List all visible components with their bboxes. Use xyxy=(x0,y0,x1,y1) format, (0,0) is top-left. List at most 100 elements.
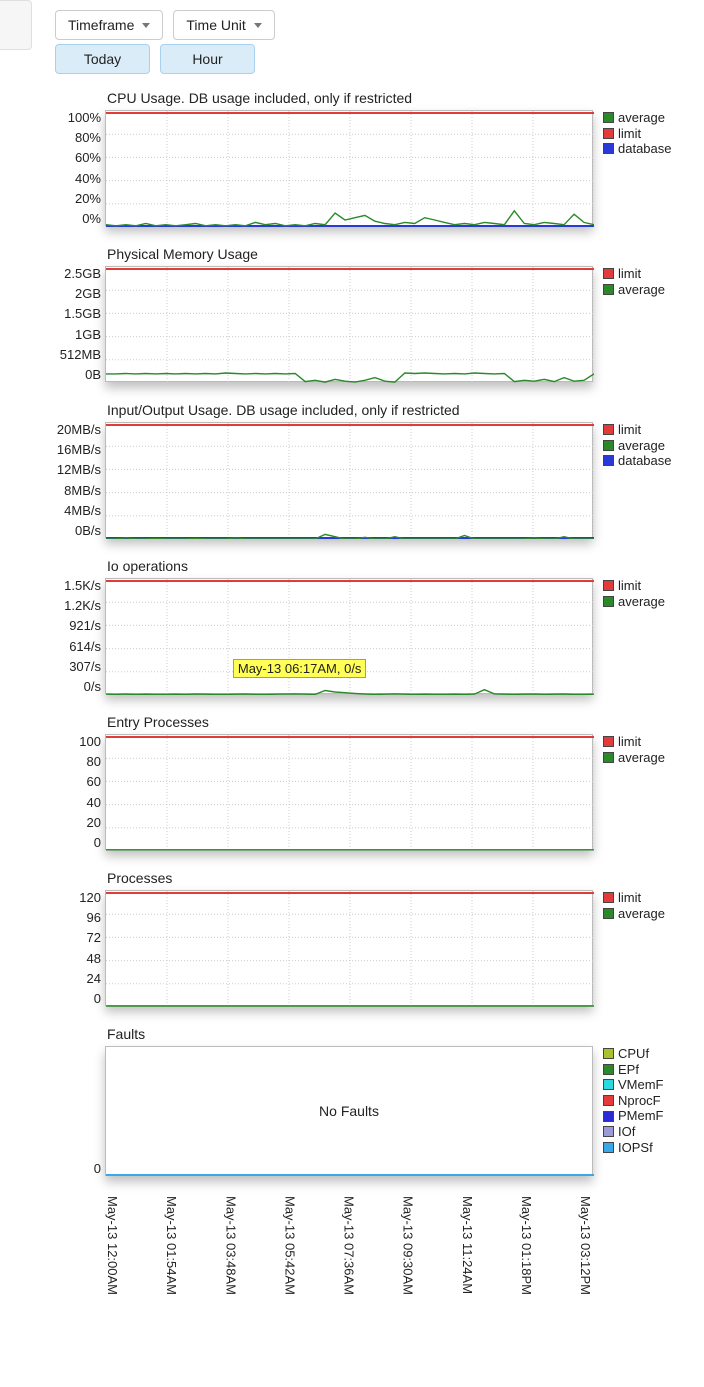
legend-item-average[interactable]: average xyxy=(603,282,665,298)
legend-label: limit xyxy=(618,266,641,282)
y-tick-label: 80 xyxy=(45,754,101,769)
chart-title: Faults xyxy=(107,1026,695,1042)
x-tick-label: May-13 03:48AM xyxy=(223,1196,238,1295)
y-tick-label: 96 xyxy=(45,910,101,925)
legend-item-limit[interactable]: limit xyxy=(603,890,665,906)
timeframe-value-pill[interactable]: Today xyxy=(55,44,150,74)
legend-swatch xyxy=(603,128,614,139)
chart-title: Processes xyxy=(107,870,695,886)
legend-item-epf[interactable]: EPf xyxy=(603,1062,664,1078)
legend-item-vmemf[interactable]: VMemF xyxy=(603,1077,664,1093)
legend-label: IOf xyxy=(618,1124,635,1140)
plot-area[interactable]: May-13 06:17AM, 0/s xyxy=(105,578,593,694)
legend-item-limit[interactable]: limit xyxy=(603,422,672,438)
legend-label: CPUf xyxy=(618,1046,649,1062)
y-tick-label: 0 xyxy=(45,835,101,850)
legend-item-cpuf[interactable]: CPUf xyxy=(603,1046,664,1062)
y-tick-label: 48 xyxy=(45,951,101,966)
legend-item-limit[interactable]: limit xyxy=(603,734,665,750)
legend-item-pmemf[interactable]: PMemF xyxy=(603,1108,664,1124)
chart-1: Physical Memory Usage2.5GB2GB1.5GB1GB512… xyxy=(45,246,695,382)
timeframe-dropdown-label: Timeframe xyxy=(68,17,134,33)
legend-label: PMemF xyxy=(618,1108,664,1124)
y-tick-label: 72 xyxy=(45,930,101,945)
side-tab[interactable] xyxy=(0,0,32,50)
chart-5: Processes120967248240limitaverage xyxy=(45,870,695,1006)
plot-area[interactable]: No Faults xyxy=(105,1046,593,1176)
y-tick-label: 20% xyxy=(45,191,101,206)
legend-swatch xyxy=(603,143,614,154)
legend-label: database xyxy=(618,453,672,469)
y-tick-label: 921/s xyxy=(45,618,101,633)
y-tick-label: 614/s xyxy=(45,639,101,654)
plot-area[interactable] xyxy=(105,422,593,538)
chart-3: Io operations1.5K/s1.2K/s921/s614/s307/s… xyxy=(45,558,695,694)
legend-item-limit[interactable]: limit xyxy=(603,578,665,594)
legend-swatch xyxy=(603,752,614,763)
timeunit-dropdown[interactable]: Time Unit xyxy=(173,10,274,40)
y-tick-label: 1GB xyxy=(45,327,101,342)
y-tick-label: 100 xyxy=(45,734,101,749)
y-tick-label: 40 xyxy=(45,795,101,810)
legend-item-average[interactable]: average xyxy=(603,750,665,766)
legend-swatch xyxy=(603,284,614,295)
timeframe-dropdown[interactable]: Timeframe xyxy=(55,10,163,40)
legend: limitaveragedatabase xyxy=(603,422,672,469)
legend-item-database[interactable]: database xyxy=(603,453,672,469)
chart-4: Entry Processes100806040200limitaverage xyxy=(45,714,695,850)
legend-label: limit xyxy=(618,126,641,142)
legend-label: average xyxy=(618,906,665,922)
x-tick-label: May-13 12:00AM xyxy=(105,1196,120,1295)
legend-item-iof[interactable]: IOf xyxy=(603,1124,664,1140)
legend-item-limit[interactable]: limit xyxy=(603,266,665,282)
chart-title: CPU Usage. DB usage included, only if re… xyxy=(107,90,695,106)
x-tick-label: May-13 09:30AM xyxy=(401,1196,416,1295)
chevron-down-icon xyxy=(142,23,150,28)
plot-area[interactable] xyxy=(105,266,593,382)
legend-swatch xyxy=(603,440,614,451)
y-tick-label: 4MB/s xyxy=(45,503,101,518)
chart-2: Input/Output Usage. DB usage included, o… xyxy=(45,402,695,538)
y-tick-label: 1.5GB xyxy=(45,306,101,321)
legend-swatch xyxy=(603,1111,614,1122)
y-tick-label: 16MB/s xyxy=(45,442,101,457)
x-tick-label: May-13 07:36AM xyxy=(342,1196,357,1295)
y-tick-label: 512MB xyxy=(45,347,101,362)
legend-item-average[interactable]: average xyxy=(603,110,672,126)
timeunit-value-pill[interactable]: Hour xyxy=(160,44,255,74)
chevron-down-icon xyxy=(254,23,262,28)
legend: limitaverage xyxy=(603,266,665,297)
y-tick-label: 60% xyxy=(45,150,101,165)
legend-label: limit xyxy=(618,578,641,594)
chart-6: Faults0No FaultsCPUfEPfVMemFNprocFPMemFI… xyxy=(45,1026,695,1176)
legend-label: NprocF xyxy=(618,1093,661,1109)
y-tick-label: 0% xyxy=(45,211,101,226)
legend-item-limit[interactable]: limit xyxy=(603,126,672,142)
legend-swatch xyxy=(603,736,614,747)
y-tick-label: 0 xyxy=(45,991,101,1006)
legend-item-database[interactable]: database xyxy=(603,141,672,157)
y-tick-label: 0B xyxy=(45,367,101,382)
legend: averagelimitdatabase xyxy=(603,110,672,157)
y-tick-label: 1.5K/s xyxy=(45,578,101,593)
no-faults-label: No Faults xyxy=(319,1103,379,1119)
plot-area[interactable] xyxy=(105,110,593,226)
legend-item-iopsf[interactable]: IOPSf xyxy=(603,1140,664,1156)
legend-label: limit xyxy=(618,422,641,438)
y-tick-label: 0 xyxy=(45,1161,101,1176)
plot-area[interactable] xyxy=(105,890,593,1006)
y-tick-label: 12MB/s xyxy=(45,462,101,477)
y-tick-label: 80% xyxy=(45,130,101,145)
y-tick-label: 40% xyxy=(45,171,101,186)
legend-item-average[interactable]: average xyxy=(603,438,672,454)
x-tick-label: May-13 03:12PM xyxy=(578,1196,593,1295)
legend: CPUfEPfVMemFNprocFPMemFIOfIOPSf xyxy=(603,1046,664,1155)
plot-area[interactable] xyxy=(105,734,593,850)
legend-item-nprocf[interactable]: NprocF xyxy=(603,1093,664,1109)
legend-item-average[interactable]: average xyxy=(603,906,665,922)
legend-swatch xyxy=(603,580,614,591)
legend-item-average[interactable]: average xyxy=(603,594,665,610)
legend-swatch xyxy=(603,1064,614,1075)
chart-title: Input/Output Usage. DB usage included, o… xyxy=(107,402,695,418)
y-tick-label: 20 xyxy=(45,815,101,830)
